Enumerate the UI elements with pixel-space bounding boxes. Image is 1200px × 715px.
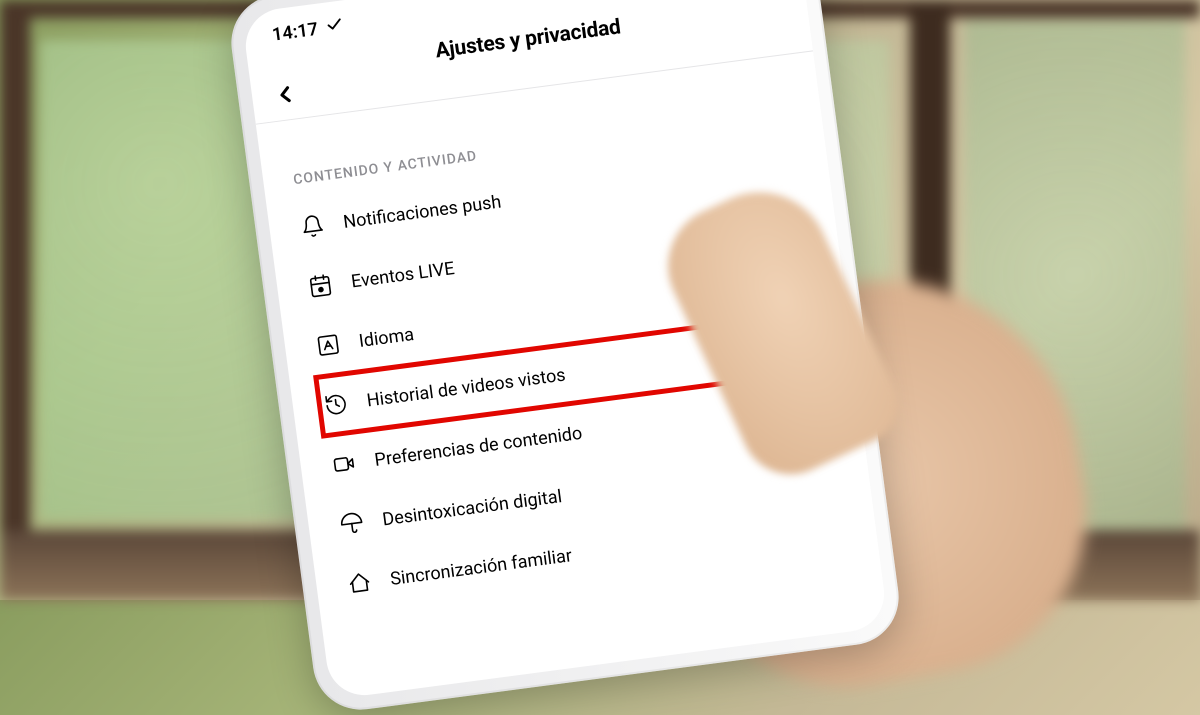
settings-item-label: Sincronización familiar bbox=[389, 545, 573, 590]
settings-item-label: Eventos LIVE bbox=[350, 258, 456, 292]
umbrella-icon bbox=[337, 509, 366, 538]
video-icon bbox=[329, 450, 358, 479]
history-icon bbox=[321, 390, 350, 419]
language-icon bbox=[314, 331, 343, 360]
settings-item-label: Idioma bbox=[358, 323, 416, 351]
calendar-icon bbox=[306, 271, 335, 300]
back-button[interactable] bbox=[271, 80, 301, 113]
home-icon bbox=[345, 568, 374, 597]
settings-item-label: Desintoxicación digital bbox=[381, 486, 563, 530]
settings-item-label: Preferencias de contenido bbox=[373, 422, 583, 470]
settings-item-label: Historial de videos vistos bbox=[365, 364, 566, 411]
check-icon bbox=[324, 14, 345, 39]
bell-icon bbox=[298, 212, 327, 241]
status-time: 14:17 bbox=[271, 19, 319, 46]
settings-item-label: Notificaciones push bbox=[342, 191, 502, 233]
